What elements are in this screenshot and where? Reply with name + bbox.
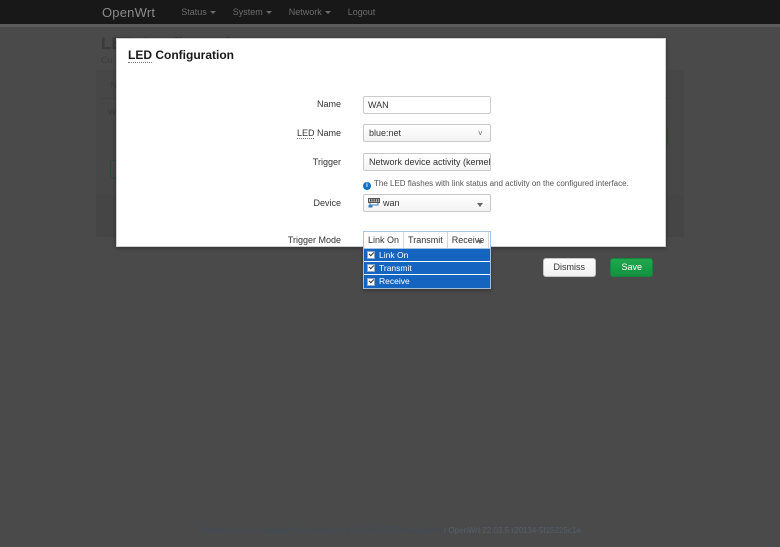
trigger-help-label: The LED flashes with link status and act…: [374, 179, 629, 188]
trigger-mode-chip: Transmit: [404, 232, 448, 248]
checkbox-checked-icon[interactable]: [367, 277, 375, 286]
trigger-field-wrap: Network device activity (kernel ˅: [363, 153, 491, 171]
top-navbar: OpenWrt Status System Network Logout: [0, 0, 780, 24]
checkbox-checked-icon[interactable]: [367, 264, 375, 272]
led-name-label-rest: Name: [314, 128, 341, 138]
led-name-selected-value: blue:net: [369, 128, 402, 138]
trigger-mode-multiselect: Link On Transmit Receive Link On Transmi…: [363, 231, 491, 289]
device-label: Device: [313, 198, 341, 208]
nav-item-logout[interactable]: Logout: [348, 7, 376, 17]
checkbox-checked-icon[interactable]: [367, 251, 375, 259]
dropdown-option-label: Link On: [379, 249, 409, 260]
name-field-wrap: [363, 95, 491, 114]
device-field-wrap: wan: [363, 194, 491, 212]
trigger-selected-value: Network device activity (kernel: [369, 157, 491, 167]
led-name-label-abbr: LED: [296, 128, 315, 139]
name-input[interactable]: [363, 96, 491, 114]
page-footer: Powered by LuCI openwrt-22.03 branch (gi…: [0, 520, 780, 547]
nav-item-network[interactable]: Network: [289, 7, 331, 17]
info-icon: i: [363, 182, 371, 190]
chevron-down-icon: ˅: [478, 158, 483, 167]
trigger-select[interactable]: Network device activity (kernel ˅: [363, 153, 491, 171]
caret-down-icon: [477, 203, 483, 207]
background-page-subtitle: Cu: [101, 55, 113, 65]
led-name-select[interactable]: blue:net ˅: [363, 124, 491, 142]
trigger-mode-chip: Link On: [364, 232, 405, 248]
dialog-title: LED Configuration: [128, 48, 234, 63]
footer-openwrt-version: / OpenWrt 22.03.5 r20134-5f15225c1e: [441, 526, 581, 535]
trigger-mode-dropdown-list: Link On Transmit Receive: [363, 249, 491, 289]
led-name-label: LED Name: [117, 124, 341, 142]
brand-logo[interactable]: OpenWrt: [102, 5, 155, 20]
save-button[interactable]: Save: [610, 258, 653, 277]
nav-item-status-label: Status: [181, 7, 207, 17]
device-selected-value: wan: [383, 198, 400, 208]
dialog-title-abbr: LED: [128, 48, 152, 63]
trigger-help-text: i The LED flashes with link status and ac…: [363, 179, 629, 190]
led-name-field-wrap: blue:net ˅: [363, 124, 491, 142]
footer-credits: Powered by LuCI openwrt-22.03 branch (gi…: [0, 526, 780, 535]
dropdown-option-receive[interactable]: Receive: [364, 275, 490, 288]
footer-luci-version[interactable]: Powered by LuCI openwrt-22.03 branch (gi…: [199, 526, 441, 535]
chevron-down-icon: ˅: [478, 129, 483, 138]
nav-item-status[interactable]: Status: [181, 7, 216, 17]
dropdown-option-label: Transmit: [379, 262, 412, 273]
dialog-title-rest: Configuration: [152, 48, 234, 62]
trigger-mode-select-head[interactable]: Link On Transmit Receive: [363, 231, 491, 249]
field-row-device: Device wan: [117, 194, 667, 212]
name-label: Name: [316, 99, 341, 109]
chevron-down-icon: [324, 11, 331, 15]
nav-item-system[interactable]: System: [233, 7, 272, 17]
nav-item-system-label: System: [232, 7, 263, 17]
screen: OpenWrt Status System Network Logout LED…: [0, 0, 780, 547]
led-configuration-dialog: LED Configuration Name LED Name blue:net…: [116, 38, 667, 289]
nav-item-network-label: Network: [288, 7, 322, 17]
navbar-underline: [0, 24, 780, 27]
device-select[interactable]: wan: [363, 194, 491, 212]
dropdown-option-label: Receive: [379, 276, 410, 286]
trigger-label: Trigger: [312, 157, 341, 167]
ethernet-port-icon: [368, 197, 380, 208]
dropdown-option-link-on[interactable]: Link On: [364, 249, 490, 262]
field-row-name: Name: [117, 95, 667, 114]
field-row-led-name: LED Name blue:net ˅: [117, 124, 667, 142]
nav-item-logout-label: Logout: [347, 7, 376, 17]
chevron-down-icon: [265, 11, 272, 15]
dropdown-option-transmit[interactable]: Transmit: [364, 262, 490, 275]
trigger-mode-label: Trigger Mode: [287, 235, 341, 245]
caret-down-icon: [477, 240, 483, 244]
chevron-down-icon: [209, 11, 216, 15]
dismiss-button[interactable]: Dismiss: [542, 258, 596, 277]
field-row-trigger: Trigger Network device activity (kernel …: [117, 153, 667, 171]
